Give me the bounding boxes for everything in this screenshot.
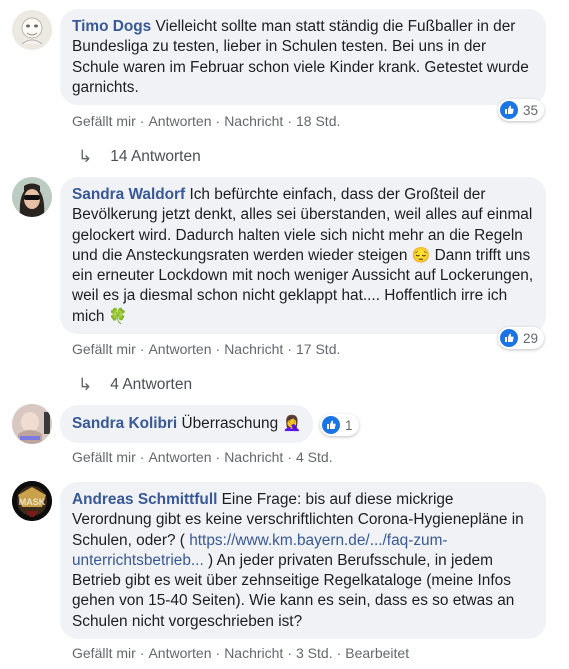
reaction-badge[interactable]: 35 xyxy=(498,99,545,121)
avatar[interactable]: MASK xyxy=(12,481,52,521)
message-link[interactable]: Nachricht xyxy=(224,449,283,465)
reply-link[interactable]: Antworten xyxy=(148,341,211,357)
replies-count[interactable]: 14 Antworten xyxy=(110,148,200,166)
message-link[interactable]: Nachricht xyxy=(224,645,283,661)
comment-bubble: Sandra Waldorf Ich befürchte einfach, da… xyxy=(60,177,546,334)
like-link[interactable]: Gefällt mir xyxy=(72,341,136,357)
comment-actions: Gefällt mir · Antworten · Nachricht · 3 Std. · B… xyxy=(72,645,410,661)
comment-author[interactable]: Andreas Schmittfull xyxy=(72,491,217,508)
reply-arrow-icon: ↳ xyxy=(78,147,93,166)
reply-link[interactable]: Antworten xyxy=(148,113,211,129)
comment-bubble: Timo Dogs Vielleicht sollte man statt st… xyxy=(60,9,546,105)
like-link[interactable]: Gefällt mir xyxy=(72,449,136,465)
avatar[interactable] xyxy=(12,177,52,217)
reaction-count: 1 xyxy=(345,417,353,433)
replies-count[interactable]: 4 Antworten xyxy=(110,376,192,394)
comment-text: Überraschung xyxy=(181,415,279,432)
comment-actions: Gefällt mir · Antworten · Nachricht · 4 Std. xyxy=(72,449,333,465)
like-link[interactable]: Gefällt mir xyxy=(72,113,136,129)
avatar[interactable] xyxy=(12,404,52,444)
clover-emoji: 🍀 xyxy=(108,307,128,325)
message-link[interactable]: Nachricht xyxy=(224,341,283,357)
reply-link[interactable]: Antworten xyxy=(148,645,211,661)
view-replies[interactable]: ↳ 4 Antworten xyxy=(78,375,192,395)
comment-actions: Gefällt mir · Antworten · Nachricht · 17 Std. xyxy=(72,341,341,357)
comment-actions: Gefällt mir · Antworten · Nachricht · 18 Std. xyxy=(72,113,341,129)
timestamp[interactable]: 3 Std. xyxy=(296,645,333,661)
timestamp[interactable]: 4 Std. xyxy=(296,449,333,465)
facepalm-emoji: 🤦‍♀️ xyxy=(282,415,302,432)
view-replies[interactable]: ↳ 14 Antworten xyxy=(78,147,201,167)
reaction-badge[interactable]: 29 xyxy=(498,327,545,349)
comment-author[interactable]: Sandra Waldorf xyxy=(72,186,185,203)
message-link[interactable]: Nachricht xyxy=(224,113,283,129)
reaction-count: 29 xyxy=(523,330,539,346)
like-link[interactable]: Gefällt mir xyxy=(72,645,136,661)
like-icon xyxy=(500,329,518,347)
sad-face-emoji: 😔 xyxy=(411,246,431,264)
edited-label: Bearbeitet xyxy=(345,645,410,661)
timestamp[interactable]: 17 Std. xyxy=(296,341,340,357)
svg-text:MASK: MASK xyxy=(19,497,46,507)
reaction-count: 35 xyxy=(523,102,539,118)
like-icon xyxy=(322,416,340,434)
comment-author[interactable]: Timo Dogs xyxy=(72,18,151,35)
reply-arrow-icon: ↳ xyxy=(78,375,93,394)
comment-bubble: Sandra Kolibri Überraschung 🤦‍♀️ xyxy=(60,405,314,443)
timestamp[interactable]: 18 Std. xyxy=(296,113,340,129)
avatar[interactable] xyxy=(12,10,52,50)
reply-link[interactable]: Antworten xyxy=(148,449,211,465)
reaction-badge[interactable]: 1 xyxy=(320,414,359,436)
comment-bubble: Andreas Schmittfull Eine Frage: bis auf … xyxy=(60,482,546,639)
like-icon xyxy=(500,101,518,119)
comment-author[interactable]: Sandra Kolibri xyxy=(72,415,177,432)
